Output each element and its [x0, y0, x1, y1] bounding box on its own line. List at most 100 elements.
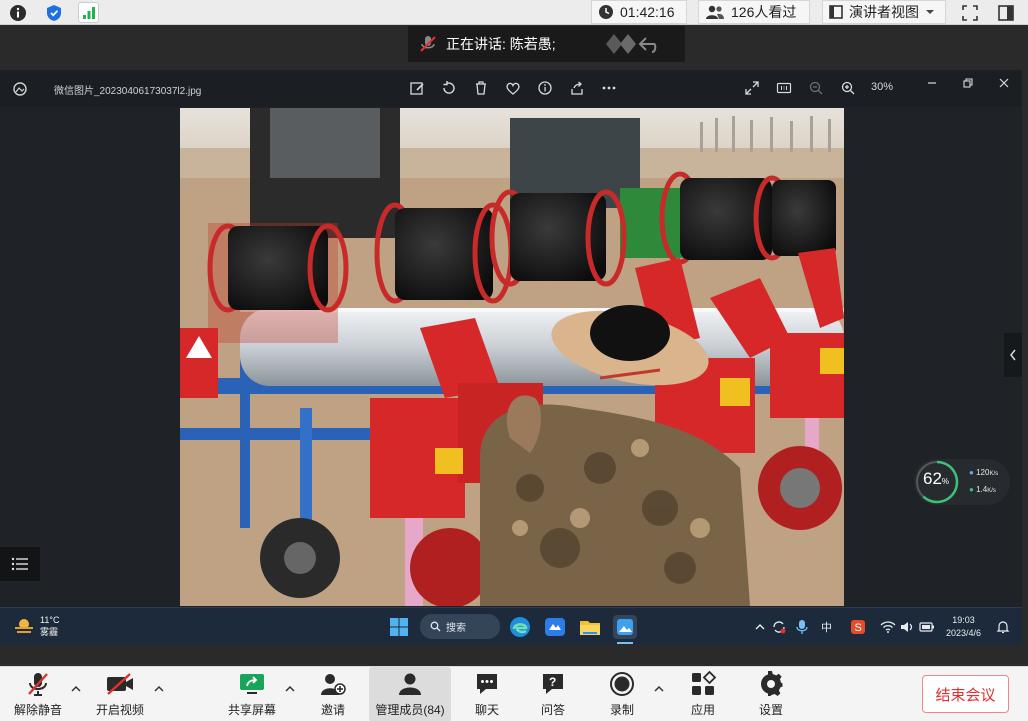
info-icon[interactable] [537, 80, 553, 96]
taskbar-search[interactable]: 搜索 [420, 614, 500, 639]
zoom-level: 30% [871, 81, 894, 93]
photos-app-icon[interactable] [613, 615, 637, 639]
camera-off-icon [107, 673, 133, 695]
signal-strength-icon[interactable] [78, 2, 99, 23]
delete-icon[interactable] [473, 80, 489, 96]
view-mode-text: 演讲者视图 [849, 4, 919, 20]
record-button[interactable]: 录制 [595, 667, 649, 721]
meeting-app-icon[interactable] [543, 615, 567, 639]
muted-mic-icon [420, 36, 436, 52]
timer-text: 01:42:16 [620, 4, 675, 20]
side-panel-icon[interactable] [995, 2, 1016, 23]
tray-overflow-icon[interactable] [755, 623, 765, 631]
meeting-timer: 01:42:16 [591, 0, 687, 24]
upload-rate: ● 120K/s [969, 468, 999, 477]
windows-start-icon[interactable] [389, 617, 409, 637]
muted-mic-icon [28, 673, 48, 696]
zoom-in-icon[interactable] [840, 80, 856, 96]
viewers-text: 126人看过 [731, 4, 797, 20]
minimize-icon[interactable] [924, 75, 940, 91]
active-speaker-bar: 正在讲话: 陈若愚; [408, 26, 685, 62]
image-viewer-header: 微信图片_20230406173037l2.jpg 30% [0, 70, 1022, 107]
expand-icon[interactable] [744, 80, 760, 96]
svg-text:S: S [855, 622, 862, 634]
apps-grid-icon [692, 671, 716, 695]
clock-icon [599, 5, 613, 19]
temperature: 11°C [40, 615, 60, 625]
end-meeting-button[interactable]: 结束会议 [922, 675, 1009, 713]
shared-screen: 微信图片_20230406173037l2.jpg 30% [0, 70, 1022, 607]
battery-icon[interactable] [919, 621, 935, 633]
more-options-icon[interactable] [601, 80, 617, 96]
cpu-percent: 62% [923, 469, 950, 488]
share-screen-button[interactable]: 共享屏幕 [221, 667, 283, 721]
list-icon [11, 557, 28, 571]
taskbar-clock[interactable]: 19:03 2023/4/6 [946, 614, 981, 640]
actual-size-icon[interactable] [776, 80, 792, 96]
active-app-indicator [617, 642, 633, 644]
performance-meter[interactable]: 62% ● 120K/s ● 1.4K/s [914, 459, 1010, 505]
volume-icon[interactable] [900, 620, 914, 634]
record-icon [610, 672, 634, 696]
favorite-heart-icon[interactable] [505, 80, 521, 96]
restore-icon[interactable] [960, 75, 976, 91]
haze-weather-icon [15, 619, 33, 633]
meeting-toolbar: 解除静音 开启视频 共享屏幕 邀请 管理成员(84) 聊天 ? 问答 录制 应用… [0, 666, 1028, 721]
rotate-icon[interactable] [441, 80, 457, 96]
wifi-icon[interactable] [880, 620, 896, 634]
edit-image-icon[interactable] [409, 80, 425, 96]
ime-indicator[interactable]: 中 [821, 619, 832, 635]
info-icon[interactable] [7, 2, 28, 23]
chat-bubble-icon [477, 674, 497, 694]
share-options-caret-icon[interactable] [285, 684, 295, 694]
side-panel-toggle[interactable] [1004, 333, 1022, 377]
mic-options-caret-icon[interactable] [71, 684, 81, 694]
zoom-out-icon[interactable] [808, 80, 824, 96]
file-explorer-icon[interactable] [578, 615, 602, 639]
start-video-button[interactable]: 开启视频 [88, 667, 152, 721]
people-icon [706, 5, 724, 19]
microphone-icon[interactable] [795, 619, 809, 635]
shared-windows-taskbar: 11°C 雾霾 搜索 中 S 19:03 2023/4/6 [0, 607, 1022, 645]
settings-button[interactable]: 设置 [744, 667, 798, 721]
share-icon[interactable] [569, 80, 585, 96]
chat-button[interactable]: 聊天 [460, 667, 514, 721]
question-icon: ? [543, 674, 563, 694]
view-mode-dropdown[interactable]: 演讲者视图 [822, 0, 946, 24]
photo-farm-machinery [180, 108, 844, 606]
photos-app-icon [13, 82, 27, 96]
notification-bell-icon[interactable] [996, 620, 1010, 634]
list-menu-button[interactable] [0, 547, 40, 581]
unmute-button[interactable]: 解除静音 [8, 667, 68, 721]
security-shield-icon[interactable] [43, 2, 64, 23]
sogou-input-icon[interactable]: S [851, 620, 865, 634]
image-filename: 微信图片_20230406173037l2.jpg [54, 86, 202, 97]
close-icon[interactable] [996, 75, 1012, 91]
search-icon [430, 621, 441, 632]
viewers-count[interactable]: 126人看过 [698, 0, 810, 24]
svg-text:?: ? [549, 675, 556, 689]
sync-icon[interactable] [771, 619, 787, 635]
clock-date: 2023/4/6 [946, 628, 982, 638]
qa-button[interactable]: ? 问答 [526, 667, 580, 721]
apps-button[interactable]: 应用 [676, 667, 730, 721]
clock-time: 19:03 [952, 615, 975, 625]
shared-photo [180, 108, 844, 606]
chevron-left-icon [1010, 349, 1016, 361]
caret-down-icon [926, 10, 934, 14]
edge-browser-icon[interactable] [508, 615, 532, 639]
layout-icon [829, 5, 843, 19]
top-bar: 01:42:16 126人看过 演讲者视图 [0, 0, 1028, 25]
members-icon [399, 673, 421, 695]
reaction-icons [605, 34, 656, 54]
download-rate: ● 1.4K/s [969, 485, 996, 494]
weather-condition: 雾霾 [40, 627, 59, 637]
record-options-caret-icon[interactable] [654, 684, 664, 694]
invite-button[interactable]: 邀请 [305, 667, 361, 721]
video-options-caret-icon[interactable] [154, 684, 164, 694]
fullscreen-icon[interactable] [959, 2, 980, 23]
manage-members-button[interactable]: 管理成员(84) [369, 667, 451, 721]
weather-widget[interactable]: 11°C 雾霾 [40, 614, 59, 638]
invite-user-icon [321, 674, 346, 695]
share-screen-icon [240, 674, 264, 694]
